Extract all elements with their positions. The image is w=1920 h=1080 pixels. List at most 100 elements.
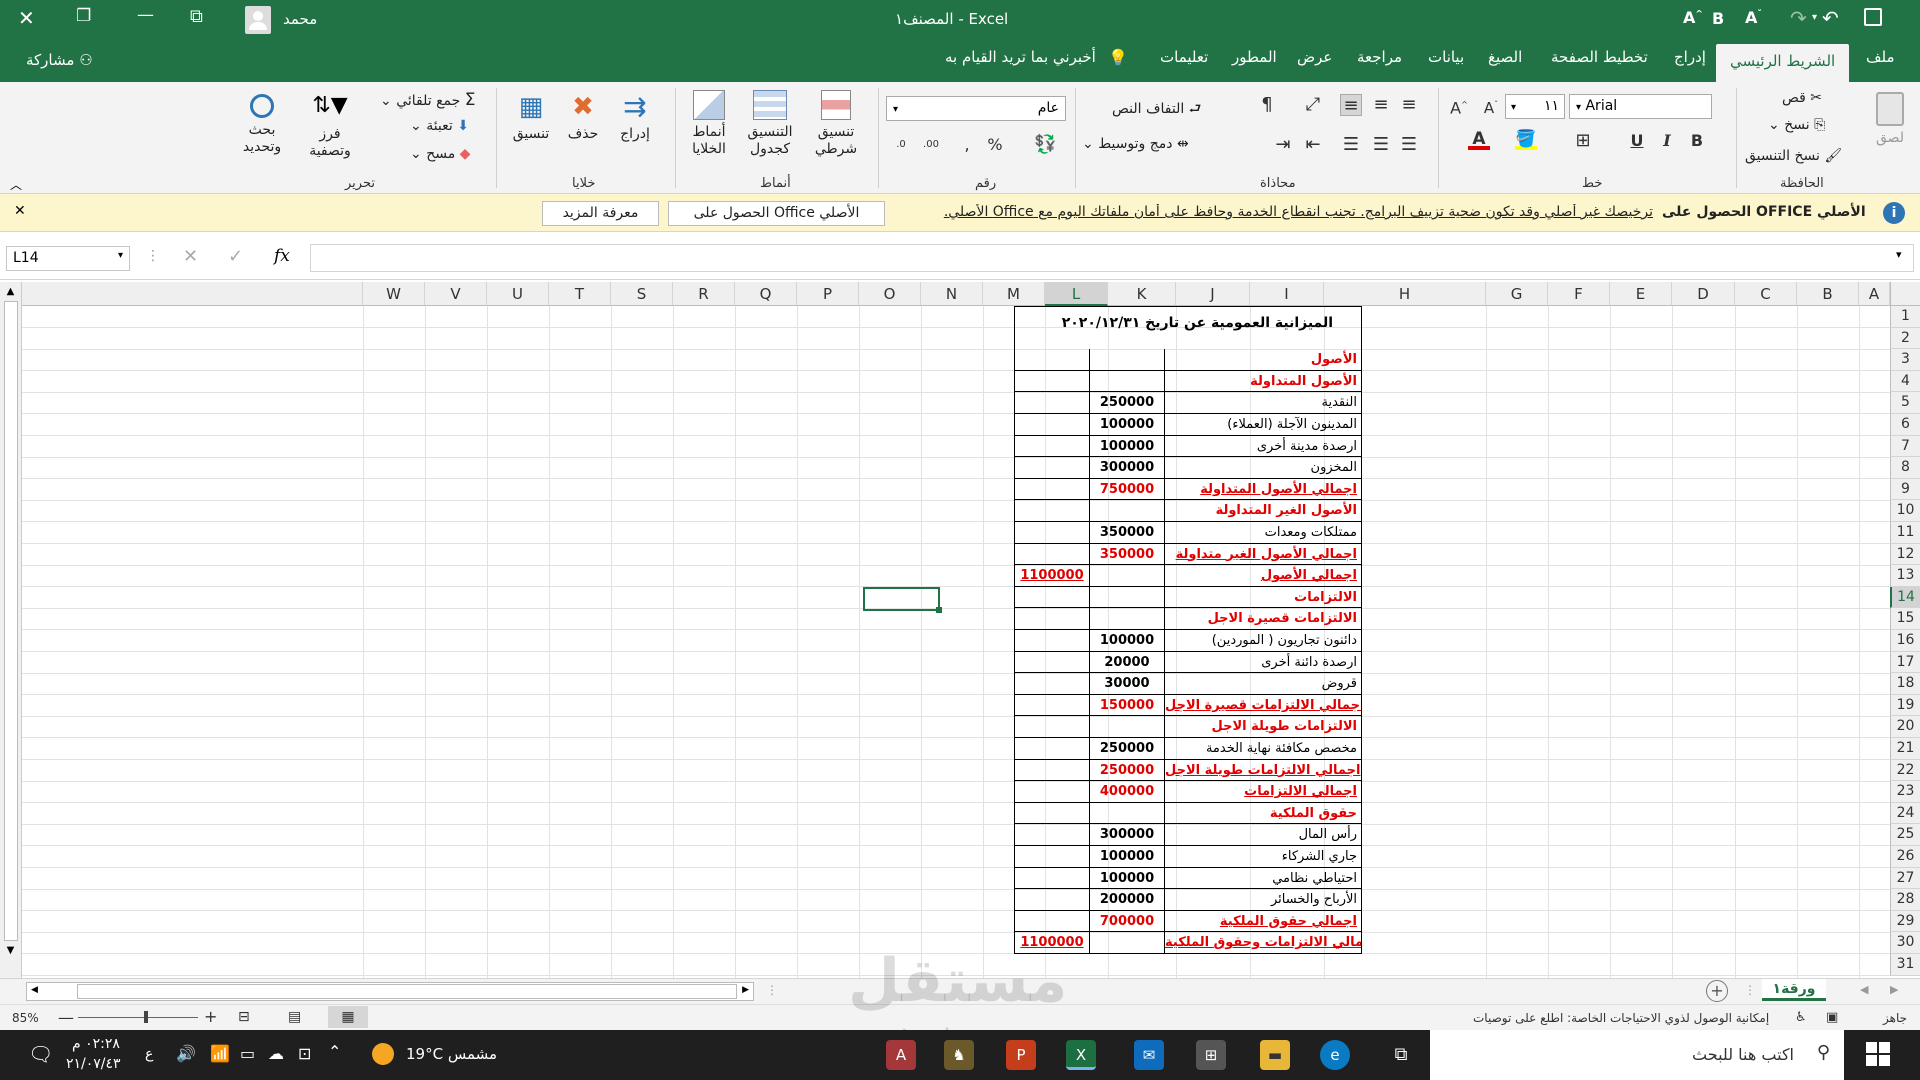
row-header-3[interactable]: 3 [1890, 349, 1920, 371]
format-cells-button[interactable]: ▦ تنسيق [508, 90, 554, 142]
weather-text[interactable]: 19°C مشمس [406, 1045, 497, 1063]
row-header-22[interactable]: 22 [1890, 759, 1920, 782]
row-header-26[interactable]: 26 [1890, 846, 1920, 868]
cell-total[interactable] [1014, 716, 1089, 738]
column-header-J[interactable]: J [1176, 282, 1250, 306]
column-header-K[interactable]: K [1108, 282, 1176, 306]
align-middle-icon[interactable]: ≡ [1370, 94, 1392, 116]
cell-label[interactable]: ممتلكات ومعدات [1164, 522, 1362, 544]
cell-amount[interactable]: 300000 [1089, 824, 1164, 846]
cell-total[interactable] [1014, 500, 1089, 522]
cell-amount[interactable]: 20000 [1089, 651, 1164, 674]
cell-label[interactable]: جاري الشركاء [1164, 846, 1362, 868]
font-size-increase-icon[interactable]: A^ [1683, 8, 1703, 27]
row-header-2[interactable]: 2 [1890, 327, 1920, 350]
zoom-level[interactable]: 85% [12, 1011, 39, 1025]
cell-label[interactable]: الأصول الغير المتداولة [1164, 500, 1362, 522]
accounting-format-icon[interactable]: 💱 [1034, 134, 1056, 156]
show-hidden-icons[interactable]: ⌃ [328, 1042, 341, 1061]
column-header-T[interactable]: T [549, 282, 611, 306]
cell-label[interactable]: الأصول [1164, 349, 1362, 371]
bold-quick-icon[interactable]: B [1712, 9, 1724, 28]
autosum-button[interactable]: ⌄ جمع تلقائي Σ [380, 90, 475, 110]
cell-total[interactable] [1014, 370, 1089, 393]
accessibility-status[interactable]: إمكانية الوصول لذوي الاحتياجات الخاصة: ا… [1473, 1011, 1769, 1025]
restore-button[interactable]: ❐ [76, 6, 91, 26]
meet-now-icon[interactable]: ⊡ [298, 1044, 311, 1063]
column-header-O[interactable]: O [859, 282, 921, 306]
cell-amount[interactable] [1089, 565, 1164, 587]
cell-amount[interactable]: 350000 [1089, 543, 1164, 566]
normal-view-icon[interactable]: ▦ [328, 1006, 368, 1028]
scroll-up-icon[interactable]: ▲ [0, 286, 21, 297]
cell-total[interactable] [1014, 392, 1089, 414]
column-header-Q[interactable]: Q [735, 282, 797, 306]
fill-button[interactable]: ⌄ تعبئة ⬇ [410, 118, 469, 134]
worksheet-grid[interactable]: ABCDEFGHIJKLMNOPQRSTUVW 1 2 3 4 5 6 7 8 9 10 11 12 1… [0, 282, 1920, 978]
share-button[interactable]: مشاركة ⚇ [26, 51, 93, 69]
cell-amount[interactable] [1089, 932, 1164, 954]
align-center-icon[interactable]: ☰ [1370, 134, 1392, 156]
row-header-31[interactable]: 31 [1890, 954, 1920, 976]
cell-label[interactable]: اجمالي حقوق الملكية [1164, 910, 1362, 933]
row-header-20[interactable]: 20 [1890, 716, 1920, 738]
cell-amount[interactable] [1089, 802, 1164, 825]
format-as-table-button[interactable]: التنسيق كجدول [738, 90, 802, 158]
cell-total[interactable] [1014, 349, 1089, 371]
cell-label[interactable]: الأرباح والخسائر [1164, 889, 1362, 911]
tab-home[interactable]: الشريط الرئيسي [1716, 44, 1850, 82]
row-header-24[interactable]: 24 [1890, 802, 1920, 825]
delete-cells-button[interactable]: ✖ حذف [560, 90, 606, 142]
new-sheet-button[interactable]: + [1706, 980, 1728, 1002]
cell-label[interactable]: رأس المال [1164, 824, 1362, 846]
align-left-icon[interactable]: ☰ [1340, 134, 1362, 156]
taskbar-search-box[interactable]: ⚲ اكتب هنا للبحث [1430, 1030, 1844, 1080]
cell-label[interactable]: اجمالي الأصول المتداولة [1164, 478, 1362, 501]
cell-total[interactable] [1014, 457, 1089, 479]
font-name-select[interactable]: ▾ Arial [1569, 94, 1712, 119]
zoom-in-button[interactable]: + [204, 1007, 217, 1026]
find-select-button[interactable]: بحث وتحديد [232, 90, 292, 156]
column-header-C[interactable]: C [1735, 282, 1797, 306]
scroll-thumb[interactable] [3, 301, 18, 941]
cell-amount[interactable]: 250000 [1089, 392, 1164, 414]
cell-amount[interactable] [1089, 716, 1164, 738]
row-header-23[interactable]: 23 [1890, 781, 1920, 803]
collapse-ribbon-icon[interactable]: ︿ [10, 176, 22, 193]
column-header-G[interactable]: G [1486, 282, 1548, 306]
minimize-button[interactable]: — [137, 5, 154, 25]
expand-formula-bar-icon[interactable]: ▾ [1896, 248, 1902, 261]
tab-data[interactable]: بيانات [1428, 48, 1464, 66]
increase-font-icon[interactable]: A^ [1448, 94, 1470, 117]
redo-icon[interactable]: ↷ [1790, 6, 1807, 30]
align-bottom-icon[interactable]: ≡ [1340, 94, 1362, 116]
cell-label[interactable]: المدينون الآجلة (العملاء) [1164, 414, 1362, 436]
notice-message[interactable]: ترخيصك غير أصلي وقد تكون ضحية تزييف البر… [908, 204, 1653, 220]
undo-icon[interactable]: ↶ [1822, 6, 1839, 30]
zoom-slider-thumb[interactable] [144, 1011, 148, 1023]
conditional-formatting-button[interactable]: تنسيق شرطي [806, 90, 866, 158]
column-header-P[interactable]: P [797, 282, 859, 306]
macro-record-icon[interactable]: ▣ [1826, 1010, 1838, 1025]
cell-total[interactable] [1014, 673, 1089, 695]
ribbon-display-options-button[interactable]: ⧉ [190, 6, 203, 27]
font-color-icon[interactable]: A [1468, 128, 1490, 150]
decrease-decimal-icon[interactable]: .0 [890, 134, 912, 156]
row-header-27[interactable]: 27 [1890, 867, 1920, 890]
row-header-29[interactable]: 29 [1890, 910, 1920, 933]
column-header-W[interactable]: W [363, 282, 425, 306]
cell-total[interactable] [1014, 608, 1089, 630]
column-header-M[interactable]: M [983, 282, 1045, 306]
cell-label[interactable]: اجمالي الالتزامات [1164, 781, 1362, 803]
row-header-12[interactable]: 12 [1890, 543, 1920, 566]
tab-view[interactable]: عرض [1297, 48, 1332, 66]
cell-amount[interactable] [1089, 349, 1164, 371]
orientation-icon[interactable]: ⤢ [1302, 94, 1324, 116]
cell-total[interactable] [1014, 867, 1089, 890]
row-header-14[interactable]: 14 [1890, 586, 1920, 609]
cell-label[interactable]: الالتزامات قصيرة الاجل [1164, 608, 1362, 630]
tab-file[interactable]: ملف [1866, 48, 1895, 66]
scroll-left-icon[interactable]: ◀ [31, 985, 38, 995]
insert-cells-button[interactable]: ⇉ إدراج [612, 90, 658, 142]
notice-close-icon[interactable]: ✕ [14, 203, 26, 219]
